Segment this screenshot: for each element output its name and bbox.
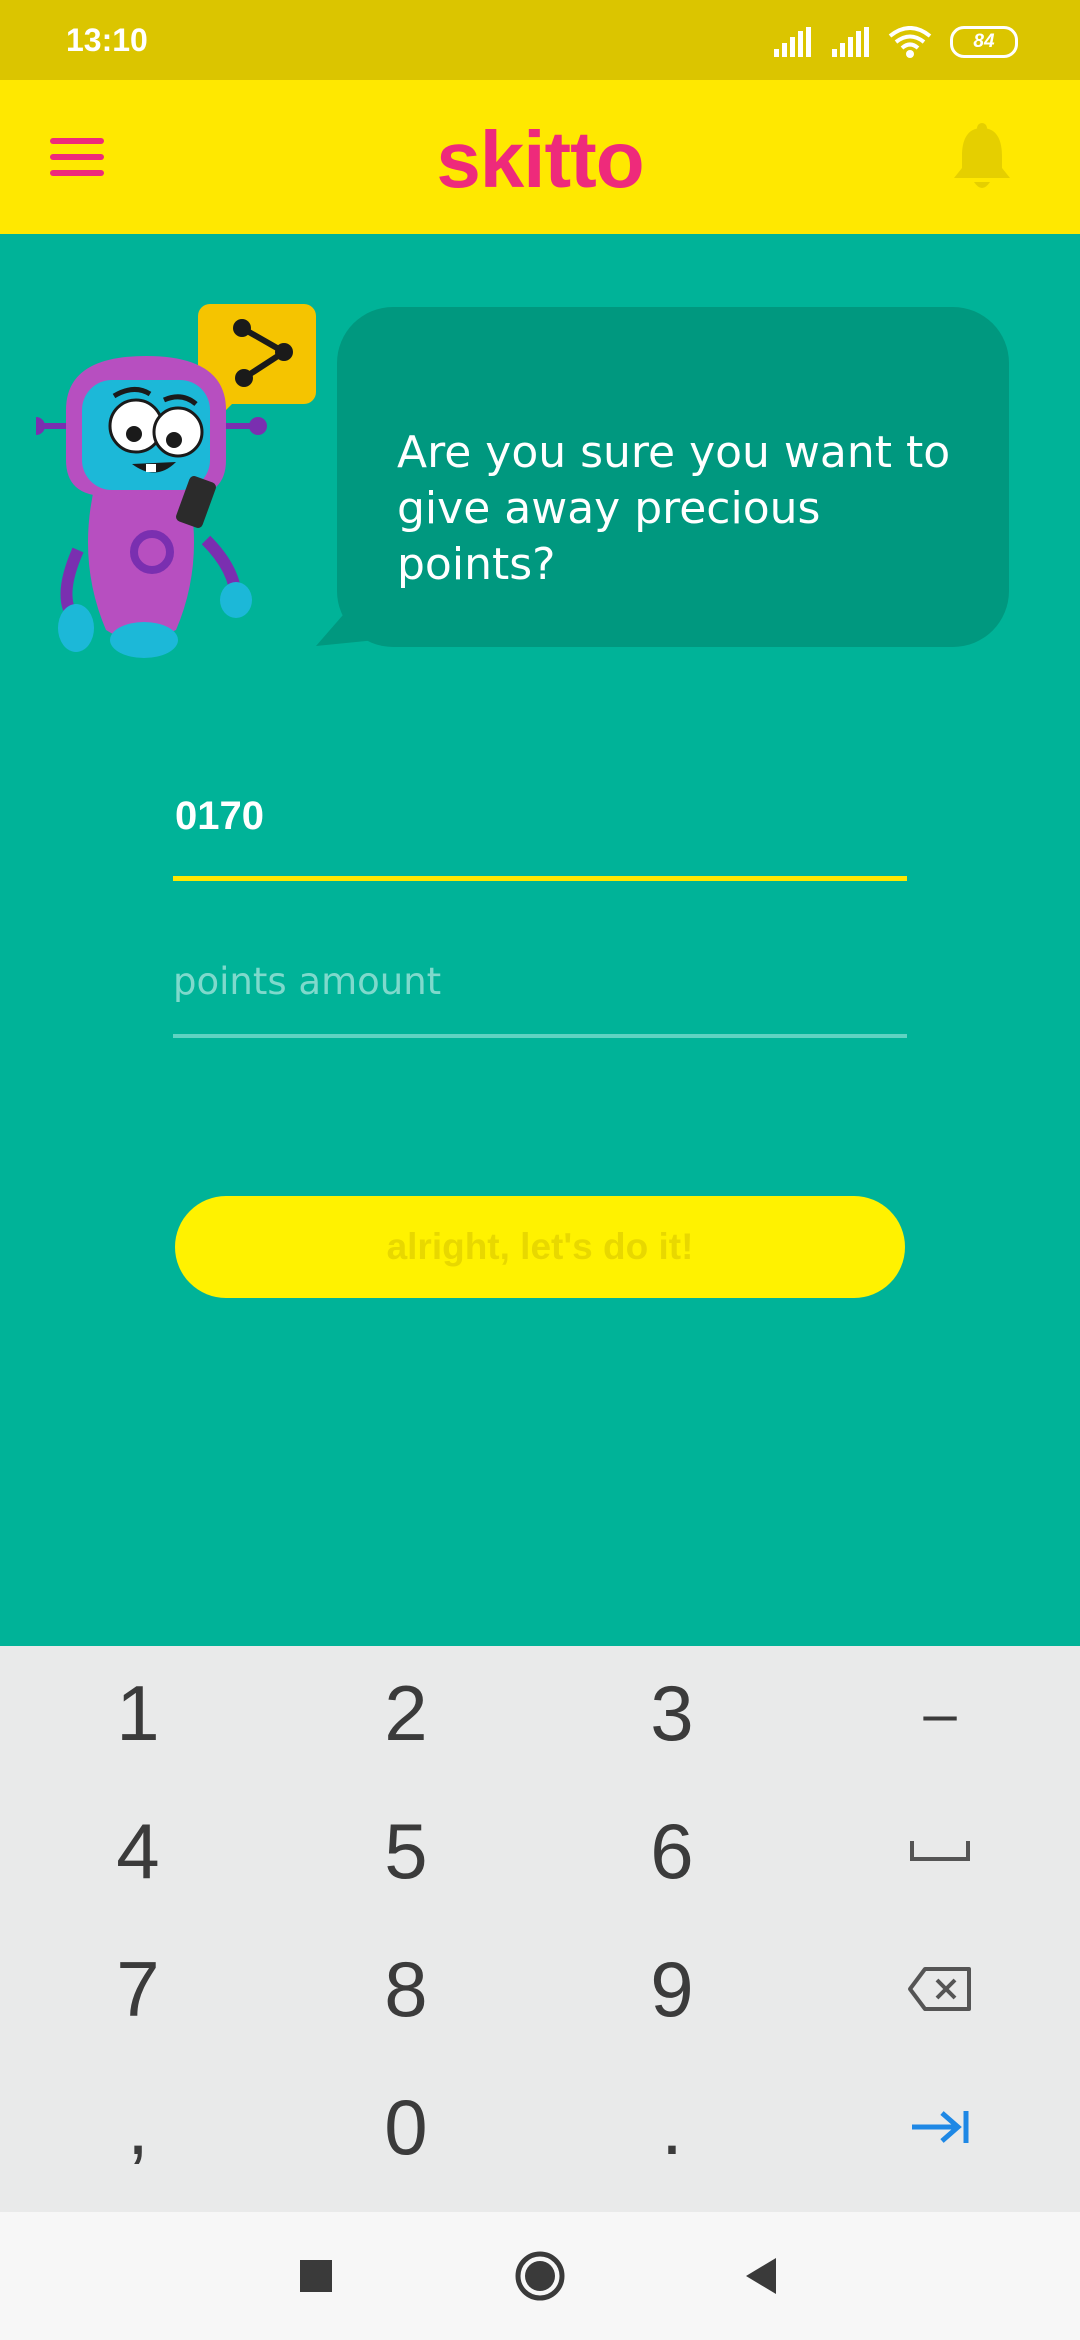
robot-mascot-illustration — [27, 300, 326, 660]
status-icons: 84 — [772, 24, 1018, 60]
key-9[interactable]: 9 — [562, 1922, 782, 2056]
key-7[interactable]: 7 — [28, 1922, 248, 2056]
tab-arrow-icon — [912, 2111, 969, 2143]
speech-bubble: Are you sure you want to give away preci… — [337, 307, 1009, 647]
key-1[interactable]: 1 — [28, 1646, 248, 1780]
key-3[interactable]: 3 — [562, 1646, 782, 1780]
signal-icon — [832, 27, 869, 57]
key-0[interactable]: 0 — [296, 2060, 516, 2194]
key-8[interactable]: 8 — [296, 1922, 516, 2056]
phone-number-field[interactable]: 0170 — [173, 790, 907, 881]
battery-icon: 84 — [950, 26, 1018, 58]
backspace-key[interactable] — [830, 1922, 1050, 2056]
numeric-keyboard: 1 2 3 – 4 5 6 7 8 9 , 0 . — [0, 1646, 1080, 2212]
skitto-logo: skitto — [436, 115, 644, 204]
bell-icon[interactable] — [950, 122, 1014, 192]
key-dash[interactable]: – — [830, 1646, 1050, 1780]
system-nav-bar — [0, 2212, 1080, 2340]
status-time: 13:10 — [66, 22, 148, 58]
recents-square-icon[interactable] — [286, 2246, 346, 2306]
app-bar: skitto — [0, 80, 1080, 234]
key-2[interactable]: 2 — [296, 1646, 516, 1780]
next-field-key[interactable] — [830, 2060, 1050, 2194]
phone-number-value[interactable]: 0170 — [175, 794, 264, 839]
backspace-icon — [908, 1967, 971, 2011]
key-period[interactable]: . — [562, 2060, 782, 2194]
status-bar: 13:10 84 — [0, 0, 1080, 80]
home-circle-icon[interactable] — [510, 2246, 570, 2306]
points-amount-field[interactable]: points amount — [173, 952, 907, 1038]
bubble-message: Are you sure you want to give away preci… — [397, 427, 951, 590]
points-amount-placeholder: points amount — [173, 960, 442, 1003]
space-icon — [910, 1841, 970, 1861]
key-comma[interactable]: , — [28, 2060, 248, 2194]
submit-button[interactable]: alright, let's do it! — [175, 1196, 905, 1298]
wifi-icon — [888, 26, 932, 58]
space-key[interactable] — [830, 1784, 1050, 1918]
key-6[interactable]: 6 — [562, 1784, 782, 1918]
key-4[interactable]: 4 — [28, 1784, 248, 1918]
signal-icon — [774, 27, 811, 57]
key-5[interactable]: 5 — [296, 1784, 516, 1918]
back-triangle-icon[interactable] — [732, 2246, 792, 2306]
